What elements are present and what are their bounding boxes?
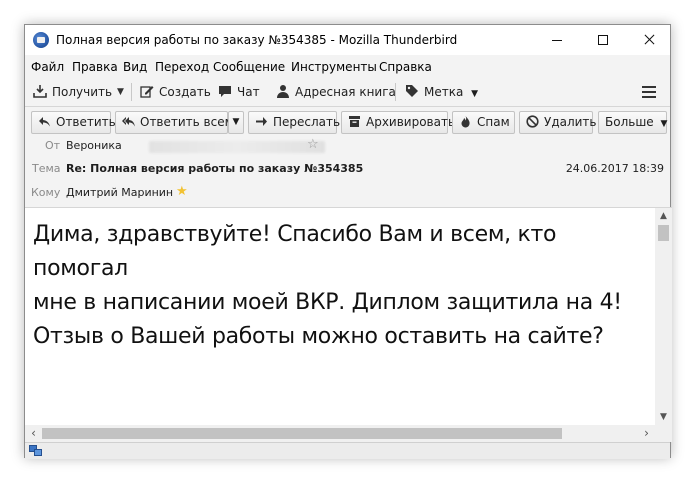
star-icon[interactable]: ★ xyxy=(176,183,188,201)
chat-bubble-icon xyxy=(218,84,232,98)
tag-label: Метка xyxy=(424,85,464,99)
get-mail-dropdown[interactable]: ▼ xyxy=(117,82,124,102)
close-button[interactable] xyxy=(626,25,672,55)
chat-button[interactable]: Чат xyxy=(218,82,260,102)
flame-icon xyxy=(459,114,472,128)
window-title: Полная версия работы по заказу №354385 -… xyxy=(56,33,458,47)
horizontal-scroll-thumb[interactable] xyxy=(42,428,562,439)
scroll-down-icon[interactable]: ▼ xyxy=(655,409,672,426)
network-icon[interactable] xyxy=(29,445,42,457)
no-sign-icon xyxy=(526,114,539,128)
more-dropdown-icon: ▼ xyxy=(660,119,668,129)
forward-label: Переслать xyxy=(273,115,341,129)
sender-email-redacted xyxy=(149,141,325,153)
address-book-label: Адресная книга xyxy=(295,85,396,99)
scroll-left-icon[interactable]: ‹ xyxy=(25,425,42,442)
chat-label: Чат xyxy=(237,85,260,99)
person-icon xyxy=(276,84,290,98)
tag-button[interactable]: Метка ▼ xyxy=(405,82,478,102)
subject-label: Тема xyxy=(32,162,61,175)
forward-button[interactable]: Переслать xyxy=(248,111,341,134)
menu-view[interactable]: Вид xyxy=(123,60,147,74)
compose-button[interactable]: Создать xyxy=(140,82,211,102)
message-line: Отзыв о Вашей работы можно оставить на с… xyxy=(33,324,604,349)
scrollbar-corner xyxy=(655,425,672,442)
menu-edit[interactable]: Правка xyxy=(72,60,118,74)
reply-all-icon xyxy=(122,114,135,127)
minimize-button[interactable] xyxy=(534,25,580,55)
subject-row: Тема Re: Полная версия работы по заказу … xyxy=(25,160,670,178)
toolbar-separator xyxy=(131,83,132,101)
menu-tools[interactable]: Инструменты xyxy=(291,60,377,74)
more-label: Больше xyxy=(605,115,654,129)
archive-button[interactable]: Архивировать xyxy=(341,111,455,134)
title-bar[interactable]: Полная версия работы по заказу №354385 -… xyxy=(25,25,670,55)
reply-all-dropdown[interactable]: ▼ xyxy=(228,111,244,134)
archive-label: Архивировать xyxy=(366,115,456,129)
from-row: От Вероника ☆ xyxy=(25,137,670,155)
archive-box-icon xyxy=(348,114,361,127)
get-mail-button[interactable]: Получить xyxy=(33,82,112,102)
thunderbird-window: Полная версия работы по заказу №354385 -… xyxy=(24,24,672,459)
to-name[interactable]: Дмитрий Маринин xyxy=(66,184,173,202)
message-text: Дима, здравствуйте! Спасибо Вам и всем, … xyxy=(33,218,653,354)
main-toolbar: Получить ▼ Создать Чат Адресная книга Ме… xyxy=(25,77,670,107)
scroll-up-icon[interactable]: ▲ xyxy=(655,208,672,225)
horizontal-scrollbar[interactable]: ‹ › xyxy=(25,425,655,442)
reply-button[interactable]: Ответить xyxy=(31,111,116,134)
reply-label: Ответить xyxy=(56,115,116,129)
message-header: Ответить Ответить всем ▼ Переслать Архив… xyxy=(25,108,670,207)
pencil-icon xyxy=(140,84,154,98)
reply-all-label: Ответить всем xyxy=(140,115,234,129)
reply-all-button[interactable]: Ответить всем xyxy=(115,111,234,134)
message-body[interactable]: Дима, здравствуйте! Спасибо Вам и всем, … xyxy=(25,207,672,442)
menu-file[interactable]: Файл xyxy=(31,60,64,74)
delete-label: Удалить xyxy=(544,115,597,129)
address-book-button[interactable]: Адресная книга xyxy=(276,82,396,102)
subject-value: Re: Полная версия работы по заказу №3543… xyxy=(66,162,364,175)
from-name[interactable]: Вероника xyxy=(66,137,122,155)
delete-button[interactable]: Удалить xyxy=(519,111,597,134)
hamburger-icon[interactable] xyxy=(642,86,656,98)
message-line: мне в написании моей ВКР. Диплом защитил… xyxy=(33,290,622,315)
get-mail-label: Получить xyxy=(52,85,113,99)
junk-label: Спам xyxy=(477,115,510,129)
menu-go[interactable]: Переход xyxy=(155,60,209,74)
vertical-scroll-thumb[interactable] xyxy=(658,225,669,241)
scroll-right-icon[interactable]: › xyxy=(638,425,655,442)
compose-label: Создать xyxy=(159,85,211,99)
message-date: 24.06.2017 18:39 xyxy=(565,162,664,175)
message-line: Дима, здравствуйте! Спасибо Вам и всем, … xyxy=(33,222,557,281)
menu-help[interactable]: Справка xyxy=(379,60,432,74)
from-label: От xyxy=(45,139,61,152)
menu-message[interactable]: Сообщение xyxy=(213,60,285,74)
more-button[interactable]: Больше ▼ xyxy=(598,111,667,134)
to-label: Кому xyxy=(31,186,61,199)
to-row: Кому Дмитрий Маринин ★ xyxy=(25,184,670,202)
minimize-icon xyxy=(552,40,562,41)
download-icon xyxy=(33,84,47,98)
reply-arrow-icon xyxy=(38,114,51,127)
forward-arrow-icon xyxy=(255,114,268,127)
status-bar xyxy=(25,442,670,459)
menu-bar: Файл Правка Вид Переход Сообщение Инстру… xyxy=(25,55,670,77)
toolbar-separator xyxy=(395,83,396,101)
tag-icon xyxy=(405,84,419,98)
thunderbird-icon xyxy=(33,32,49,48)
maximize-icon xyxy=(598,35,608,45)
junk-button[interactable]: Спам xyxy=(452,111,515,134)
vertical-scrollbar[interactable]: ▲ ▼ xyxy=(655,208,672,426)
tag-dropdown-icon: ▼ xyxy=(471,89,479,99)
star-icon[interactable]: ☆ xyxy=(307,136,319,154)
maximize-button[interactable] xyxy=(580,25,626,55)
